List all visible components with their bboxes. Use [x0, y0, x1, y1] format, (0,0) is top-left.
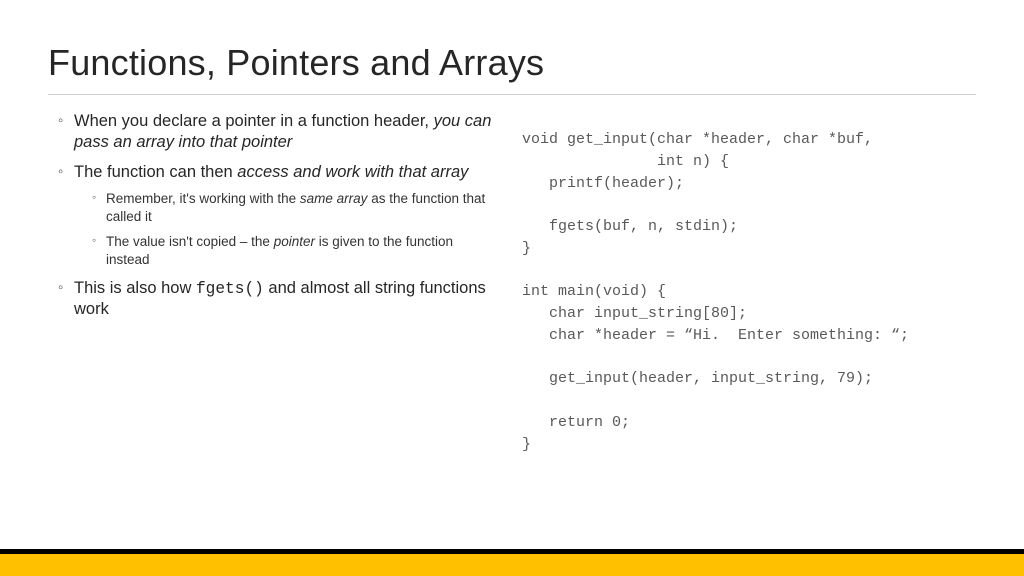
content-area: When you declare a pointer in a function…	[48, 111, 976, 455]
bullet-text: Remember, it's working with the	[106, 191, 300, 206]
bullet-emphasis: access and work with that array	[237, 163, 468, 181]
inline-code: fgets()	[196, 280, 264, 298]
footer-stripe-yellow	[0, 554, 1024, 576]
bullet-item: This is also how fgets() and almost all …	[62, 278, 498, 321]
slide-title: Functions, Pointers and Arrays	[48, 42, 976, 95]
bullet-emphasis: pointer	[274, 234, 315, 249]
bullet-item: The function can then access and work wi…	[62, 162, 498, 268]
sub-bullet-item: The value isn't copied – the pointer is …	[94, 233, 498, 268]
bullet-text: The function can then	[74, 163, 237, 181]
bullet-list: When you declare a pointer in a function…	[48, 111, 498, 320]
slide: Functions, Pointers and Arrays When you …	[0, 0, 1024, 455]
sub-bullet-list: Remember, it's working with the same arr…	[74, 190, 498, 268]
bullet-item: When you declare a pointer in a function…	[62, 111, 498, 153]
bullet-emphasis: same array	[300, 191, 368, 206]
bullet-text: The value isn't copied – the	[106, 234, 274, 249]
sub-bullet-item: Remember, it's working with the same arr…	[94, 190, 498, 225]
code-block: void get_input(char *header, char *buf, …	[522, 129, 976, 455]
bullet-text: This is also how	[74, 279, 196, 297]
bullet-text: When you declare a pointer in a function…	[74, 112, 434, 130]
slide-footer	[0, 549, 1024, 576]
bullet-column: When you declare a pointer in a function…	[48, 111, 498, 455]
code-column: void get_input(char *header, char *buf, …	[522, 111, 976, 455]
